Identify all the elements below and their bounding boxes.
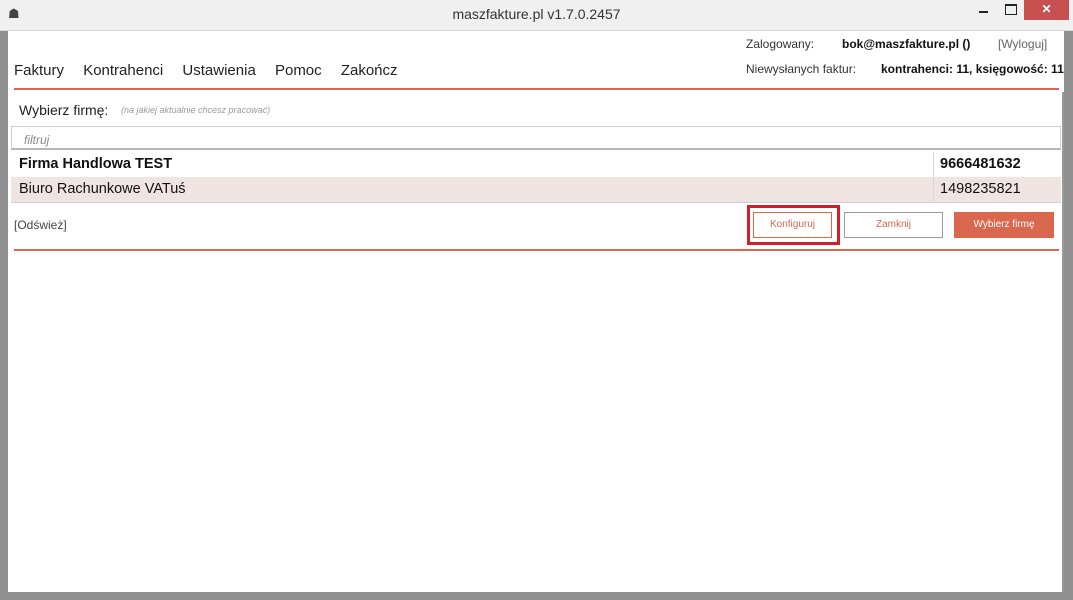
- maximize-icon: [1004, 4, 1017, 15]
- chooser-divider: [14, 249, 1059, 251]
- login-user: bok@maszfakture.pl (): [842, 37, 971, 51]
- main-menu: Faktury Kontrahenci Ustawienia Pomoc Zak…: [14, 62, 398, 79]
- minimize-button[interactable]: [970, 0, 997, 20]
- refresh-link[interactable]: [Odśwież]: [14, 218, 67, 232]
- company-row[interactable]: Biuro Rachunkowe VATuś 1498235821: [11, 177, 1061, 202]
- menu-item-faktury[interactable]: Faktury: [14, 62, 64, 79]
- company-nip: 1498235821: [940, 181, 1021, 197]
- close-dialog-button[interactable]: Zamknij: [844, 212, 943, 238]
- app-window: ☗ maszfakture.pl v1.7.0.2457 ✕ Faktury K…: [0, 0, 1073, 600]
- column-divider: [933, 152, 934, 202]
- close-button[interactable]: ✕: [1024, 0, 1069, 20]
- header-divider: [14, 88, 1059, 90]
- title-bar[interactable]: ☗ maszfakture.pl v1.7.0.2457 ✕: [0, 0, 1073, 31]
- company-row[interactable]: Firma Handlowa TEST 9666481632: [11, 152, 1061, 177]
- menu-item-kontrahenci[interactable]: Kontrahenci: [83, 62, 163, 79]
- company-list: Firma Handlowa TEST 9666481632 Biuro Rac…: [11, 152, 1061, 202]
- configure-button[interactable]: Konfiguruj: [753, 212, 832, 238]
- choose-company-label: Wybierz firmę:: [19, 102, 109, 118]
- company-nip: 9666481632: [940, 156, 1021, 172]
- menu-item-zakoncz[interactable]: Zakończ: [341, 62, 398, 79]
- minimize-icon: [979, 11, 988, 13]
- unsent-invoices-label: Niewysłanych faktur:: [746, 62, 857, 76]
- window-title: maszfakture.pl v1.7.0.2457: [452, 6, 621, 22]
- company-name: Biuro Rachunkowe VATuś: [19, 181, 186, 197]
- logout-link[interactable]: [Wyloguj]: [998, 37, 1047, 51]
- table-bottom-border: [11, 202, 1061, 203]
- close-icon: ✕: [1041, 2, 1052, 16]
- select-company-button[interactable]: Wybierz firmę: [954, 212, 1054, 238]
- menu-item-ustawienia[interactable]: Ustawienia: [182, 62, 255, 79]
- maximize-button[interactable]: [997, 0, 1024, 20]
- company-name: Firma Handlowa TEST: [19, 156, 173, 172]
- login-label: Zalogowany:: [746, 37, 815, 51]
- menu-item-pomoc[interactable]: Pomoc: [275, 62, 322, 79]
- vertical-scrollbar[interactable]: [1062, 92, 1064, 592]
- unsent-invoices-value: kontrahenci: 11, księgowość: 11: [881, 62, 1064, 76]
- choose-company-hint: (na jakiej aktualnie chcesz pracować): [121, 105, 271, 115]
- filter-input[interactable]: [11, 126, 1061, 150]
- client-area: Faktury Kontrahenci Ustawienia Pomoc Zak…: [8, 31, 1064, 592]
